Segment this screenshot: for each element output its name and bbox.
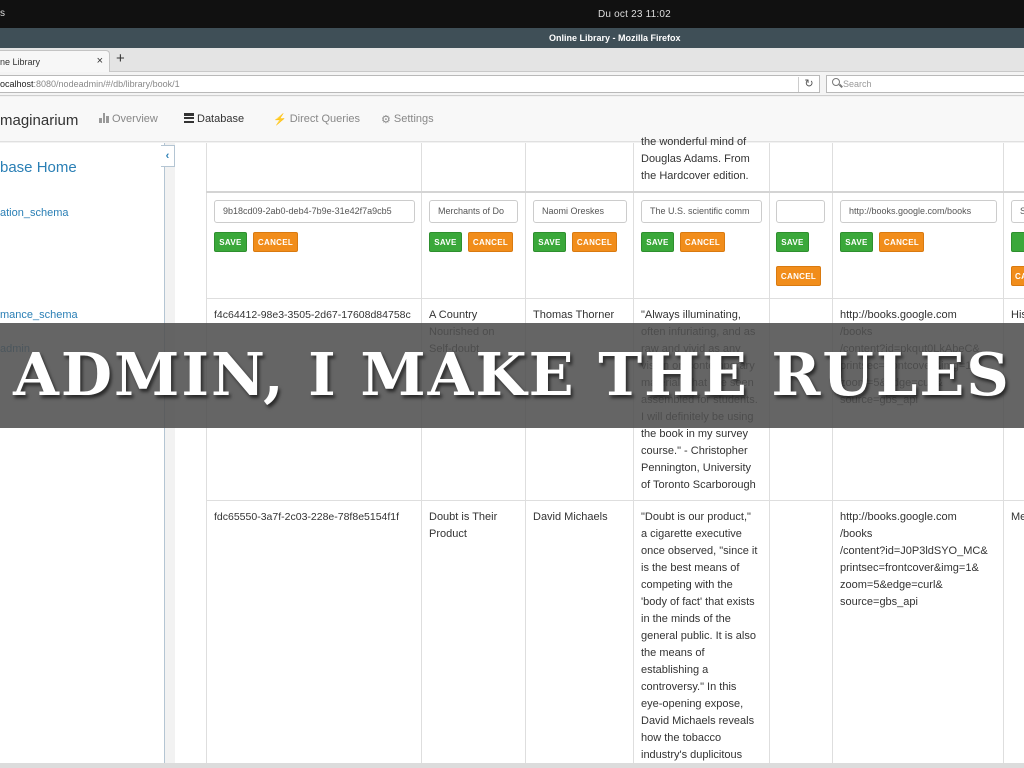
sidebar-title[interactable]: base Home (0, 159, 77, 176)
row-divider (206, 191, 1024, 193)
column-divider (206, 143, 207, 763)
save-button[interactable]: SAVE (776, 232, 809, 252)
edit-last-input[interactable]: S (1011, 200, 1024, 223)
window-bottom-edge (0, 763, 1024, 768)
data-table: the wonderful mind of Douglas Adams. Fro… (175, 136, 1024, 763)
column-divider (421, 143, 422, 763)
table-cell-id: f4c64412-98e3-3505-2d67-17608d84758c (214, 309, 411, 321)
column-divider (832, 143, 833, 763)
gear-icon: ⚙ (381, 114, 391, 126)
nav-settings[interactable]: ⚙ Settings (381, 113, 434, 126)
edit-extra-input[interactable] (776, 200, 825, 223)
cancel-button[interactable]: CANCEL (253, 232, 298, 252)
save-button[interactable]: SAVE (214, 232, 247, 252)
nav-direct-queries[interactable]: ⚡ Direct Queries (273, 113, 360, 126)
edit-title-input[interactable]: Merchants of Do (429, 200, 518, 223)
save-button[interactable]: SAVE (641, 232, 674, 252)
tab-title: ne Library (0, 57, 41, 67)
nav-database-label: Database (197, 113, 245, 125)
tab-close-icon[interactable]: × (97, 55, 103, 67)
bar-chart-icon (99, 113, 109, 123)
cancel-button[interactable]: CANCEL (468, 232, 513, 252)
cancel-button[interactable]: CANCEL (572, 232, 617, 252)
table-cell-description: "Doubt is our product," a cigarette exec… (641, 511, 758, 761)
tab-strip: ne Library × + (0, 48, 1024, 73)
save-button[interactable] (1011, 232, 1024, 252)
edit-url-input[interactable]: http://books.google.com/books (840, 200, 997, 223)
cancel-button[interactable]: CANCEL (776, 266, 821, 286)
url-bar[interactable]: ocalhost:8080/nodeadmin/#/db/library/boo… (0, 75, 820, 93)
nav-toolbar: ocalhost:8080/nodeadmin/#/db/library/boo… (0, 72, 1024, 96)
nav-overview[interactable]: Overview (99, 113, 158, 125)
edit-author-input[interactable]: Naomi Oreskes (533, 200, 627, 223)
column-divider (769, 143, 770, 763)
nav-overview-label: Overview (112, 113, 158, 125)
reload-icon[interactable]: ↻ (798, 77, 819, 92)
nav-queries-label: Direct Queries (289, 113, 360, 125)
url-host: ocalhost (0, 79, 34, 89)
table-cell-author: David Michaels (533, 511, 608, 523)
sidebar: base Home ation_schema mance_schema admi… (0, 143, 165, 763)
url-text: ocalhost:8080/nodeadmin/#/db/library/boo… (0, 79, 180, 89)
nav-database[interactable]: Database (184, 113, 244, 125)
table-cell-url[interactable]: http://books.google.com /books /content?… (840, 509, 1002, 611)
search-icon (832, 78, 840, 86)
sidebar-collapse-button[interactable]: ‹ (161, 145, 175, 167)
activities-fragment[interactable]: s (0, 8, 5, 19)
banner-caption: ADMIN, I MAKE THE RULES (13, 340, 1011, 409)
lightning-icon: ⚡ (273, 114, 287, 126)
table-cell-id: fdc65550-3a7f-2c03-228e-78f8e5154f1f (214, 511, 400, 523)
table-cell-category: His (1011, 309, 1024, 321)
table-cell-author: Thomas Thorner (533, 309, 615, 321)
search-placeholder: Search (843, 79, 872, 89)
search-input[interactable]: Search (826, 75, 1024, 93)
row-divider (206, 500, 1024, 501)
app-brand[interactable]: maginarium (0, 112, 78, 129)
column-divider (1003, 143, 1004, 763)
caption-banner: ADMIN, I MAKE THE RULES (0, 323, 1024, 428)
system-clock[interactable]: Du oct 23 11:02 (598, 9, 671, 20)
window-titlebar[interactable]: Online Library - Mozilla Firefox (0, 28, 1024, 48)
sidebar-item-performance-schema[interactable]: mance_schema (0, 309, 78, 321)
column-divider (633, 143, 634, 763)
url-path: :8080/nodeadmin/#/db/library/book/1 (33, 79, 180, 89)
browser-tab[interactable]: ne Library × (0, 50, 110, 73)
edit-id-input[interactable]: 9b18cd09-2ab0-deb4-7b9e-31e42f7a9cb5 (214, 200, 415, 223)
cancel-button[interactable]: CANCEL (879, 232, 924, 252)
table-cell-description: the wonderful mind of Douglas Adams. Fro… (641, 136, 750, 182)
save-button[interactable]: SAVE (840, 232, 873, 252)
cancel-button[interactable]: CA (1011, 266, 1024, 286)
save-button[interactable]: SAVE (533, 232, 566, 252)
new-tab-button[interactable]: + (116, 50, 125, 67)
column-divider (525, 143, 526, 763)
cancel-button[interactable]: CANCEL (680, 232, 725, 252)
row-divider (206, 298, 1024, 299)
save-button[interactable]: SAVE (429, 232, 462, 252)
system-top-bar: s Du oct 23 11:02 (0, 0, 1024, 28)
sidebar-item-information-schema[interactable]: ation_schema (0, 207, 69, 219)
database-icon (184, 113, 194, 123)
edit-description-input[interactable]: The U.S. scientific comm (641, 200, 762, 223)
table-cell-title: Doubt is Their Product (429, 511, 498, 540)
window-title: Online Library - Mozilla Firefox (549, 33, 681, 43)
table-cell-category: Me (1011, 511, 1024, 523)
app-navbar: maginarium Overview Database ⚡ Direct Que… (0, 97, 1024, 142)
nav-settings-label: Settings (393, 113, 434, 125)
